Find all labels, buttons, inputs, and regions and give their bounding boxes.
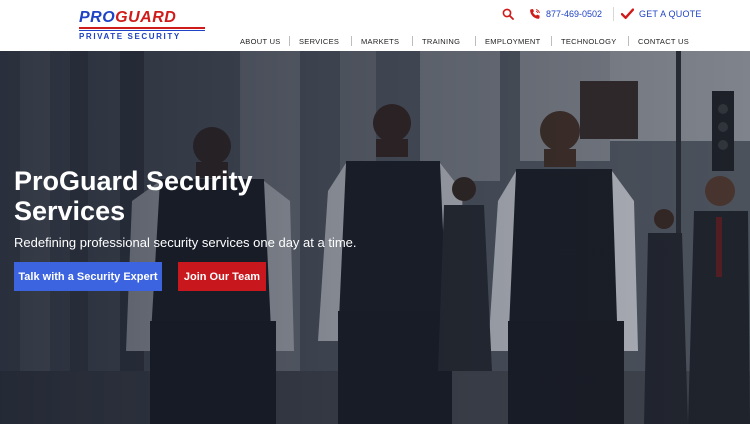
logo-wordmark: PROGUARD [79, 9, 177, 26]
nav-about-us[interactable]: ABOUT US [231, 37, 289, 46]
get-a-quote-link[interactable]: GET A QUOTE [639, 9, 702, 19]
nav-technology[interactable]: TECHNOLOGY [552, 37, 628, 46]
nav-training[interactable]: TRAINING [413, 37, 475, 46]
join-our-team-button[interactable]: Join Our Team [178, 262, 266, 291]
phone-link[interactable]: 877-469-0502 [546, 9, 602, 19]
logo-stripe-blue [79, 30, 205, 31]
main-nav: ABOUT US SERVICES MARKETS TRAINING EMPLO… [231, 35, 699, 47]
hero-title: ProGuard Security Services [14, 166, 253, 226]
logo-tagline: PRIVATE SECURITY [79, 32, 181, 41]
check-icon [621, 8, 634, 19]
nav-services[interactable]: SERVICES [290, 37, 351, 46]
nav-employment[interactable]: EMPLOYMENT [476, 37, 551, 46]
nav-contact-us[interactable]: CONTACT US [629, 37, 699, 46]
search-icon[interactable] [502, 8, 514, 20]
nav-markets[interactable]: MARKETS [352, 37, 412, 46]
phone-icon [530, 9, 540, 19]
utility-divider [613, 7, 614, 21]
hero-subtitle: Redefining professional security service… [14, 235, 357, 250]
site-header: PROGUARD PRIVATE SECURITY 877-469-0502 G… [0, 0, 750, 51]
logo-stripe-red [79, 27, 205, 29]
hero-section: Peet's ProGu [0, 51, 750, 424]
proguard-logo[interactable]: PROGUARD PRIVATE SECURITY [79, 9, 205, 41]
talk-with-expert-button[interactable]: Talk with a Security Expert [14, 262, 162, 291]
